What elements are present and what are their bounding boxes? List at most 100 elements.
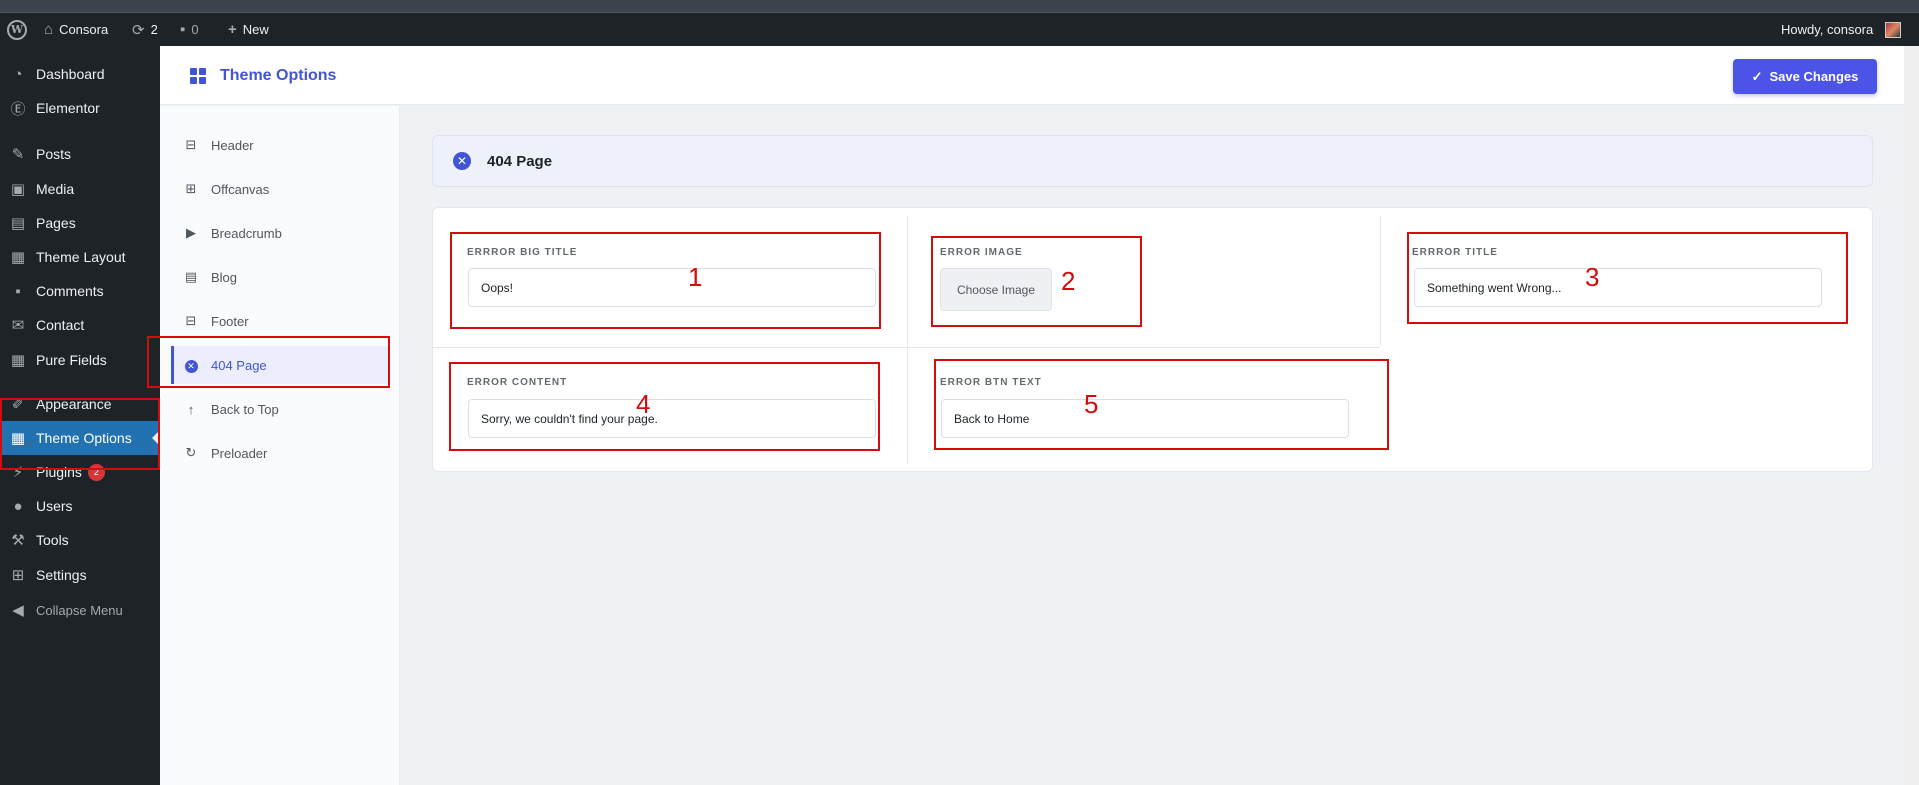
menu-label: Comments [36, 283, 104, 299]
nav-item-offcanvas[interactable]: ⊞ Offcanvas [171, 170, 389, 208]
grid-icon: ▦ [10, 352, 26, 369]
pages-icon: ▤ [10, 215, 26, 232]
menu-item-comments[interactable]: ▪ Comments [0, 274, 160, 308]
howdy-text: Howdy, consora [1781, 22, 1874, 37]
menu-item-appearance[interactable]: ✐ Appearance [0, 387, 160, 421]
save-label: Save Changes [1769, 69, 1859, 84]
section-title: 404 Page [487, 152, 553, 170]
menu-item-plugins[interactable]: ⚡ Plugins 2 [0, 455, 160, 489]
theme-options-header: Theme Options [160, 46, 1904, 105]
nav-item-breadcrumb[interactable]: ▶ Breadcrumb [171, 214, 389, 252]
field-label-image: ERROR IMAGE [940, 247, 1023, 258]
menu-label: Contact [36, 317, 85, 333]
settings-icon: ⊞ [11, 567, 25, 584]
error-big-title-input[interactable] [468, 268, 876, 307]
error-btn-text-input[interactable] [941, 399, 1349, 438]
field-label-title: ERRROR TITLE [1412, 247, 1498, 258]
admin-bar: W ⌂ Consora ⟳ 2 ▪ 0 + New Howdy, consora [0, 13, 1919, 46]
section-header: ✕ 404 Page [432, 135, 1873, 187]
menu-label: Tools [36, 532, 69, 548]
menu-item-pages[interactable]: ▤ Pages [0, 206, 160, 240]
nav-item-404-page[interactable]: ✕ 404 Page [171, 346, 389, 384]
save-changes-button[interactable]: ✓ Save Changes [1733, 59, 1877, 94]
elementor-icon: Ⓔ [10, 100, 26, 118]
annotation-number-1: 1 [688, 262, 703, 292]
divider [1380, 216, 1381, 346]
menu-item-theme-layout[interactable]: ▦ Theme Layout [0, 240, 160, 274]
site-name: Consora [59, 22, 109, 37]
my-account-link[interactable]: Howdy, consora [1781, 13, 1902, 46]
layout-icon: ▦ [10, 249, 26, 266]
menu-label: Pages [36, 215, 76, 231]
refresh-icon: ↻ [185, 445, 197, 460]
nav-label: Header [211, 137, 254, 153]
blog-icon: ▤ [184, 269, 198, 284]
menu-item-dashboard[interactable]: ◔ Dashboard [0, 57, 160, 91]
page-title: Theme Options [220, 66, 337, 84]
dashboard-icon: ◔ [13, 65, 23, 83]
menu-item-tools[interactable]: ⚒ Tools [0, 523, 160, 557]
menu-label: Appearance [36, 396, 112, 412]
close-circle-icon: ✕ [453, 152, 471, 170]
error-content-input[interactable] [468, 399, 876, 438]
new-label: New [242, 22, 269, 37]
comment-icon: ▪ [15, 282, 21, 300]
grid-icon: ▦ [10, 430, 26, 447]
menu-item-pure-fields[interactable]: ▦ Pure Fields [0, 343, 160, 377]
theme-options-title: Theme Options [190, 46, 336, 105]
admin-menu: ◔ Dashboard Ⓔ Elementor ✎ Posts ▣ Media … [0, 46, 160, 785]
media-icon: ▣ [10, 181, 26, 198]
header-icon: ⊟ [185, 137, 197, 152]
annotation-number-4: 4 [636, 389, 651, 419]
choose-image-button[interactable]: Choose Image [940, 268, 1052, 311]
menu-item-theme-options[interactable]: ▦ Theme Options [0, 421, 160, 455]
site-name-link[interactable]: ⌂ Consora [44, 13, 108, 46]
menu-label: Settings [36, 567, 87, 583]
nav-item-blog[interactable]: ▤ Blog [171, 258, 389, 296]
footer-icon: ⊟ [185, 313, 197, 328]
arrow-up-icon: ↑ [187, 401, 195, 417]
menu-item-posts[interactable]: ✎ Posts [0, 137, 160, 171]
error-title-input[interactable] [1414, 268, 1822, 307]
wordpress-logo-button[interactable]: W [7, 13, 27, 46]
annotation-number-2: 2 [1061, 266, 1076, 296]
grid-icon [190, 67, 206, 84]
nav-item-header[interactable]: ⊟ Header [171, 126, 389, 164]
comments-link[interactable]: ▪ 0 [180, 13, 199, 46]
updates-link[interactable]: ⟳ 2 [132, 13, 158, 46]
browser-top-strip [0, 0, 1919, 13]
menu-label: Pure Fields [36, 352, 107, 368]
menu-label: Elementor [36, 100, 100, 116]
comment-icon: ▪ [180, 21, 186, 38]
menu-item-contact[interactable]: ✉ Contact [0, 308, 160, 342]
annotation-number-5: 5 [1084, 389, 1099, 419]
menu-item-settings[interactable]: ⊞ Settings [0, 558, 160, 592]
nav-label: Back to Top [211, 401, 279, 417]
wrench-icon: ⚒ [11, 532, 25, 549]
user-icon: ● [13, 497, 23, 515]
updates-icon: ⟳ [132, 21, 145, 39]
nav-label: Breadcrumb [211, 225, 282, 241]
plus-icon: + [228, 21, 237, 38]
menu-item-elementor[interactable]: Ⓔ Elementor [0, 91, 160, 125]
menu-label: Plugins [36, 464, 82, 480]
plugin-icon: ⚡ [12, 464, 24, 481]
menu-label: Theme Layout [36, 249, 126, 265]
check-icon: ✓ [1751, 68, 1763, 84]
nav-item-preloader[interactable]: ↻ Preloader [171, 434, 389, 472]
menu-item-media[interactable]: ▣ Media [0, 172, 160, 206]
updates-count: 2 [150, 22, 158, 37]
annotation-number-3: 3 [1585, 262, 1600, 292]
menu-label: Collapse Menu [36, 602, 123, 618]
menu-item-users[interactable]: ● Users [0, 489, 160, 523]
nav-label: Blog [211, 269, 238, 285]
home-icon: ⌂ [44, 21, 54, 38]
nav-label: 404 Page [211, 357, 267, 373]
mail-icon: ✉ [11, 317, 25, 334]
nav-item-footer[interactable]: ⊟ Footer [171, 302, 389, 340]
divider [433, 347, 1380, 348]
collapse-menu-button[interactable]: ◀ Collapse Menu [0, 593, 160, 627]
pin-icon: ✎ [11, 146, 25, 163]
nav-item-back-to-top[interactable]: ↑ Back to Top [171, 390, 389, 428]
new-content-link[interactable]: + New [228, 13, 269, 46]
